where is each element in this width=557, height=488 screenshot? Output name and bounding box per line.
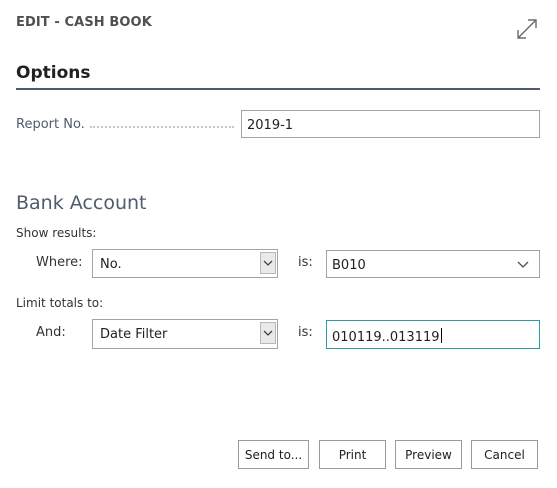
report-no-input[interactable]: 2019-1 [241, 110, 540, 138]
date-filter-value: 010119..013119 [332, 330, 440, 345]
and-field-value: Date Filter [100, 327, 168, 342]
chevron-down-icon [263, 260, 273, 266]
expand-icon[interactable] [515, 17, 539, 41]
where-label: Where: [36, 255, 83, 270]
where-field-select[interactable]: No. [92, 249, 278, 278]
where-is-label: is: [298, 255, 313, 270]
chevron-down-icon [263, 330, 273, 336]
where-field-value: No. [100, 257, 122, 272]
send-to-button[interactable]: Send to... [238, 440, 309, 469]
bank-account-group-title[interactable]: Bank Account [16, 192, 146, 214]
report-no-value: 2019-1 [247, 118, 294, 133]
text-caret [440, 328, 442, 343]
chevron-down-icon[interactable] [517, 261, 529, 268]
where-field-dropdown-button[interactable] [260, 252, 276, 274]
and-field-dropdown-button[interactable] [260, 322, 276, 344]
and-is-label: is: [298, 325, 313, 340]
dialog-title: EDIT - CASH BOOK [16, 15, 152, 30]
limit-totals-label: Limit totals to: [16, 296, 104, 310]
section-divider [16, 88, 540, 90]
show-results-label: Show results: [16, 226, 97, 240]
label-dot-leader [90, 124, 234, 128]
and-label: And: [36, 325, 66, 340]
options-section-title[interactable]: Options [16, 63, 90, 83]
where-value-combo[interactable]: B010 [326, 250, 540, 278]
report-no-label: Report No. [16, 117, 85, 132]
preview-button[interactable]: Preview [395, 440, 462, 469]
print-button[interactable]: Print [319, 440, 386, 469]
date-filter-input[interactable]: 010119..013119 [326, 320, 540, 349]
cancel-button[interactable]: Cancel [471, 440, 538, 469]
and-field-select[interactable]: Date Filter [92, 319, 278, 349]
where-value: B010 [332, 258, 366, 273]
